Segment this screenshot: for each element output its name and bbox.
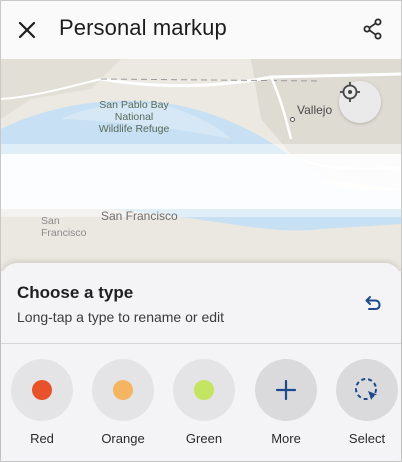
- share-button[interactable]: [357, 13, 389, 45]
- type-orange-label: Orange: [101, 431, 145, 446]
- type-orange[interactable]: Orange: [92, 359, 154, 446]
- sheet-subtitle: Long-tap a type to rename or edit: [17, 309, 225, 325]
- select-icon: [355, 378, 377, 400]
- orange-swatch: [113, 380, 133, 400]
- type-orange-circle: [92, 359, 154, 421]
- undo-button[interactable]: [361, 291, 385, 315]
- type-select-circle: [336, 359, 398, 421]
- map-label-vallejo: Vallejo: [297, 103, 333, 117]
- map-view[interactable]: San Pablo Bay National Wildlife Refuge V…: [1, 59, 401, 271]
- green-swatch: [194, 380, 214, 400]
- type-green-label: Green: [185, 431, 223, 446]
- map-label-san-francisco: San Francisco: [101, 209, 178, 223]
- type-green-circle: [173, 359, 235, 421]
- type-more-circle: [255, 359, 317, 421]
- type-more-label: More: [271, 431, 301, 446]
- plus-icon: [275, 379, 297, 401]
- page-title: Personal markup: [59, 15, 227, 40]
- sheet-heading: Choose a type: [17, 283, 134, 302]
- map-label-refuge: San Pablo Bay National Wildlife Refuge: [98, 99, 170, 135]
- type-more[interactable]: More: [255, 359, 317, 446]
- type-list: Red Orange Green More Select: [1, 359, 401, 449]
- type-red[interactable]: Red: [11, 359, 73, 446]
- crosshair-icon: [340, 82, 360, 102]
- bottom-sheet: Choose a type Long-tap a type to rename …: [1, 263, 401, 461]
- type-select[interactable]: Select: [336, 359, 398, 446]
- close-button[interactable]: [11, 14, 43, 46]
- locate-button[interactable]: [339, 81, 381, 123]
- vallejo-marker: [290, 117, 295, 122]
- type-green[interactable]: Green: [173, 359, 235, 446]
- type-red-circle: [11, 359, 73, 421]
- close-icon: [18, 21, 36, 39]
- share-icon: [363, 18, 382, 40]
- red-swatch: [32, 380, 52, 400]
- type-red-label: Red: [30, 431, 54, 446]
- undo-icon: [365, 296, 381, 310]
- app-bar: Personal markup: [1, 1, 401, 59]
- type-select-label: Select: [348, 431, 386, 446]
- sheet-divider: [1, 343, 401, 344]
